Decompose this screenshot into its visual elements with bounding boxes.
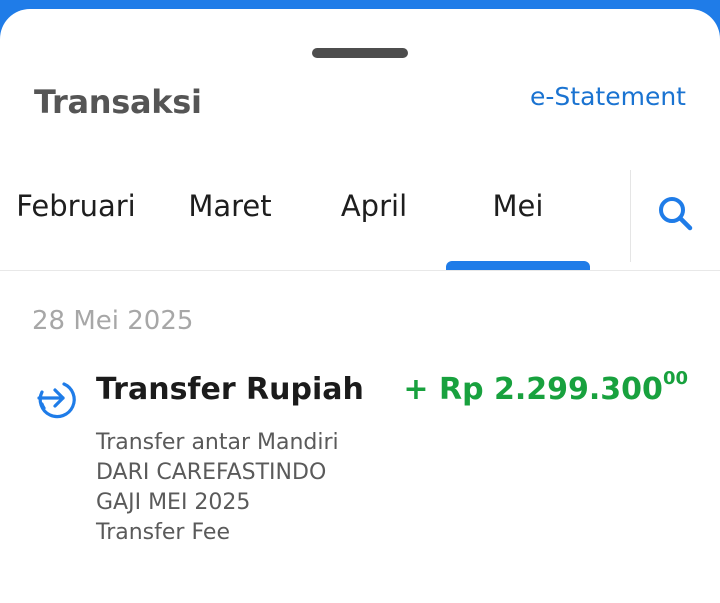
transaction-title: Transfer Rupiah	[96, 372, 364, 407]
section-divider	[0, 270, 720, 271]
tab-maret[interactable]: Maret	[158, 189, 302, 223]
amount-cents: 00	[662, 368, 688, 389]
description-line: Transfer antar Mandiri	[96, 430, 339, 455]
e-statement-link[interactable]: e-Statement	[530, 82, 686, 111]
tab-februari[interactable]: Februari	[4, 189, 148, 223]
search-button[interactable]	[650, 188, 700, 238]
tab-april[interactable]: April	[302, 189, 446, 223]
description-line: Transfer Fee	[96, 520, 230, 545]
tab-mei[interactable]: Mei	[446, 189, 590, 223]
transaction-description: Transfer antar Mandiri DARI CAREFASTINDO…	[96, 428, 339, 548]
drag-handle[interactable]	[312, 48, 408, 58]
arrow-right-circle-icon	[34, 376, 78, 420]
amount-main: + Rp 2.299.300	[403, 372, 663, 407]
month-tabs: Februari Maret April Mei	[0, 160, 630, 271]
transaction-date: 28 Mei 2025	[32, 306, 194, 336]
tab-separator	[630, 170, 631, 262]
description-line: DARI CAREFASTINDO	[96, 460, 327, 485]
description-line: GAJI MEI 2025	[96, 490, 251, 515]
search-icon	[659, 197, 693, 231]
page-title: Transaksi	[34, 83, 202, 121]
transaction-amount: + Rp 2.299.30000	[403, 368, 688, 407]
